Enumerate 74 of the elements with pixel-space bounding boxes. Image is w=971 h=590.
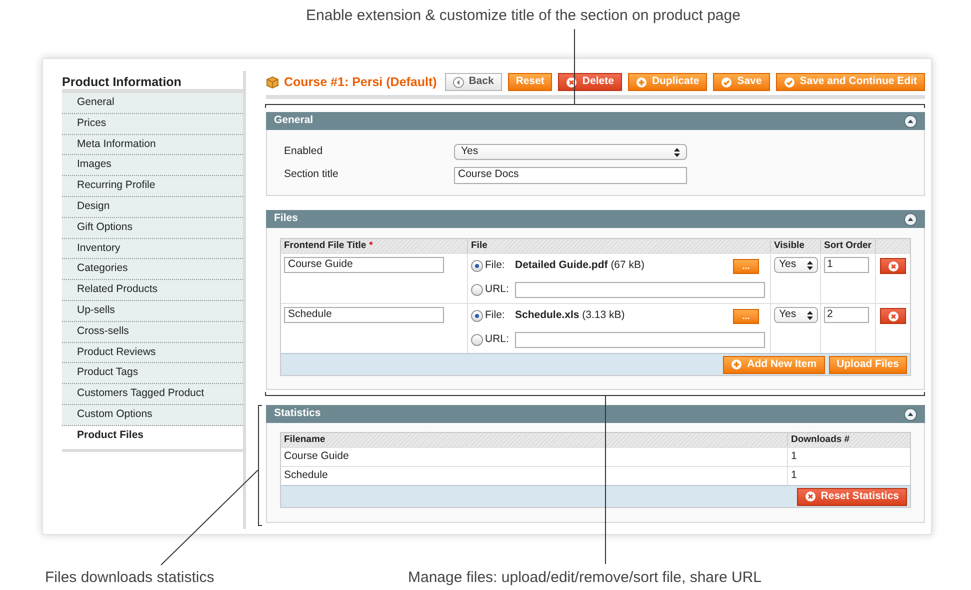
remove-button[interactable] <box>880 308 906 324</box>
plus-icon <box>731 359 742 370</box>
radio-label: URL: <box>485 332 509 348</box>
sidebar-tab[interactable]: Recurring Profile <box>62 176 243 197</box>
column-header <box>876 239 910 253</box>
url-field[interactable] <box>515 332 765 348</box>
column-header: Frontend File Title * <box>281 239 468 253</box>
collapse-icon[interactable] <box>904 212 917 226</box>
radio-button[interactable] <box>471 284 483 296</box>
table-cell-text: 1 <box>790 449 798 464</box>
annotation: Files downloads statistics <box>45 568 214 588</box>
sidebar-tab[interactable]: Custom Options <box>62 404 243 426</box>
collapse-icon[interactable] <box>904 114 917 128</box>
updown-icon <box>807 310 813 320</box>
sidebar-tab[interactable]: Customers Tagged Product <box>62 384 243 405</box>
radio-button[interactable] <box>471 334 483 346</box>
sidebar-tab[interactable]: Product Reviews <box>62 342 243 364</box>
section-title: Files <box>274 211 298 226</box>
url-field[interactable] <box>515 282 765 298</box>
page-title: Course #1: Persi (Default) <box>284 74 437 91</box>
reset-statistics-button[interactable]: Reset Statistics <box>796 488 907 506</box>
column-header: Visible <box>771 239 821 253</box>
field-label: Enabled <box>284 144 324 160</box>
collapse-icon[interactable] <box>904 408 917 420</box>
sort-order-field[interactable]: 2 <box>824 307 869 323</box>
sidebar-tab[interactable]: Cross-sells <box>62 322 243 343</box>
updown-icon <box>807 260 813 270</box>
sidebar-tab[interactable]: Images <box>62 155 243 176</box>
section-title: Statistics <box>274 406 321 422</box>
radio-button[interactable] <box>471 260 483 272</box>
toolbar-button[interactable]: Back <box>444 73 502 91</box>
section-title: General <box>274 113 314 128</box>
sidebar-tab[interactable]: Prices <box>62 114 243 135</box>
input-field[interactable]: Schedule <box>284 307 444 323</box>
annotation: Enable extension & customize title of the section on product page <box>306 6 740 26</box>
sidebar-tab[interactable]: Categories <box>62 259 243 280</box>
sidebar-tab[interactable]: Inventory <box>62 238 243 260</box>
close-icon <box>888 310 898 322</box>
select-field[interactable]: Yes <box>454 144 687 160</box>
table-cell-text: 1 <box>790 468 798 484</box>
sidebar-tab[interactable]: Design <box>62 196 243 218</box>
sidebar-tab[interactable]: Related Products <box>62 280 243 301</box>
plus-icon <box>636 76 647 88</box>
remove-button[interactable] <box>880 258 906 274</box>
back-icon <box>452 76 464 88</box>
file-name: Detailed Guide.pdf (67 kB) <box>515 258 646 274</box>
radio-button[interactable] <box>471 310 483 322</box>
updown-icon <box>674 148 680 156</box>
sidebar-tab[interactable]: Up-sells <box>62 300 243 322</box>
toolbar-button[interactable]: Delete <box>558 73 622 91</box>
column-header: File <box>468 239 771 253</box>
column-header: Sort Order <box>821 239 876 253</box>
close-icon <box>804 491 816 502</box>
sidebar-tab[interactable]: Product Tags <box>62 363 243 384</box>
field-label: Section title <box>284 167 340 182</box>
annotation: Manage files: upload/edit/remove/sort file, share URL <box>408 568 762 588</box>
column-header: Downloads # <box>788 433 910 447</box>
sidebar-tab[interactable]: General <box>62 93 243 114</box>
sidebar-tab[interactable]: Gift Options <box>62 218 243 239</box>
radio-label: File: <box>485 258 505 274</box>
sidebar-tab[interactable]: Meta Information <box>62 134 243 156</box>
radio-label: File: <box>485 308 505 324</box>
input-field[interactable]: Course Docs <box>454 166 687 184</box>
check-icon <box>721 76 732 88</box>
sort-order-field[interactable]: 1 <box>824 257 869 273</box>
input-field[interactable]: Course Guide <box>284 257 444 273</box>
check-icon <box>784 76 795 88</box>
column-header: Filename <box>281 433 788 447</box>
visible-select[interactable]: Yes <box>774 257 818 273</box>
close-icon <box>888 260 898 272</box>
radio-label: URL: <box>485 282 509 298</box>
visible-select[interactable]: Yes <box>774 307 818 323</box>
box-icon <box>266 76 279 88</box>
file-name: Schedule.xls (3.13 kB) <box>515 308 626 324</box>
